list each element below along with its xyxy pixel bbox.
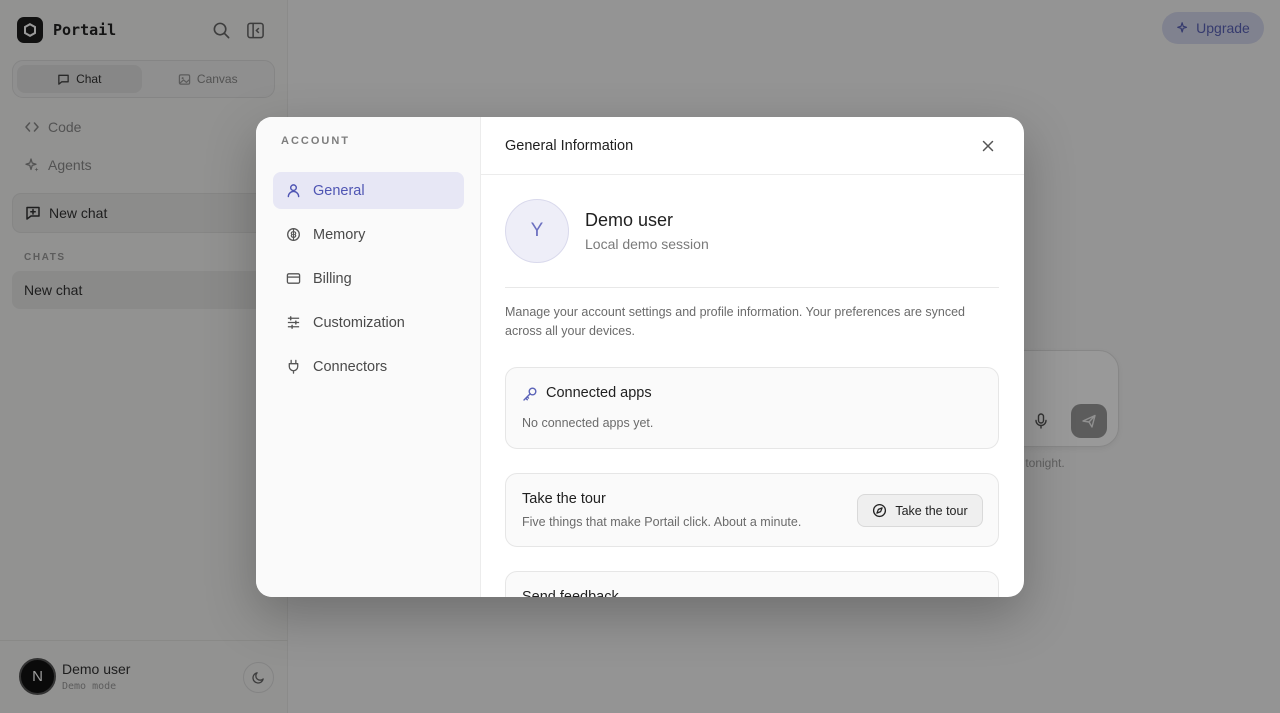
settings-nav-billing[interactable]: Billing — [273, 260, 464, 297]
brain-icon — [285, 227, 301, 243]
connected-apps-empty: No connected apps yet. — [522, 416, 654, 430]
sliders-icon — [285, 315, 301, 331]
close-icon[interactable] — [978, 136, 998, 156]
settings-nav-general[interactable]: General — [273, 172, 464, 209]
settings-body[interactable]: Y Demo user Local demo session Manage yo… — [505, 175, 999, 597]
credit-card-icon — [285, 271, 301, 287]
compass-icon — [872, 503, 887, 518]
settings-nav-label: Customization — [313, 314, 405, 331]
profile-section: Y Demo user Local demo session — [505, 199, 999, 288]
feedback-title: Send feedback — [522, 589, 619, 597]
settings-nav-memory[interactable]: Memory — [273, 216, 464, 253]
settings-description: Manage your account settings and profile… — [505, 305, 965, 338]
profile-name: Demo user — [585, 210, 674, 230]
settings-section-label: ACCOUNT — [281, 135, 350, 147]
settings-nav: ACCOUNT General Memory Billing Customiza… — [256, 117, 481, 597]
settings-nav-label: Memory — [313, 226, 366, 243]
person-icon — [285, 183, 301, 199]
settings-nav-customization[interactable]: Customization — [273, 304, 464, 341]
take-tour-label: Take the tour — [895, 503, 968, 518]
take-tour-button[interactable]: Take the tour — [857, 494, 983, 527]
settings-nav-label: General — [313, 182, 365, 199]
feedback-card: Send feedback — [505, 571, 999, 597]
tour-card: Take the tour Five things that make Port… — [505, 473, 999, 547]
settings-content: General Information Y Demo user Local de… — [481, 117, 1024, 597]
modal-title: General Information — [481, 117, 1024, 175]
connected-apps-title: Connected apps — [546, 385, 652, 401]
connected-apps-card: Connected apps No connected apps yet. — [505, 367, 999, 449]
plug-icon — [285, 359, 301, 375]
avatar: Y — [505, 199, 569, 263]
settings-nav-label: Billing — [313, 270, 352, 287]
settings-nav-label: Connectors — [313, 358, 388, 375]
key-icon — [522, 386, 538, 402]
tour-subtitle: Five things that make Portail click. Abo… — [522, 515, 802, 529]
settings-modal: ACCOUNT General Memory Billing Customiza… — [256, 117, 1024, 597]
tour-title: Take the tour — [522, 491, 606, 507]
profile-subtitle: Local demo session — [585, 236, 709, 252]
settings-nav-connectors[interactable]: Connectors — [273, 348, 464, 385]
